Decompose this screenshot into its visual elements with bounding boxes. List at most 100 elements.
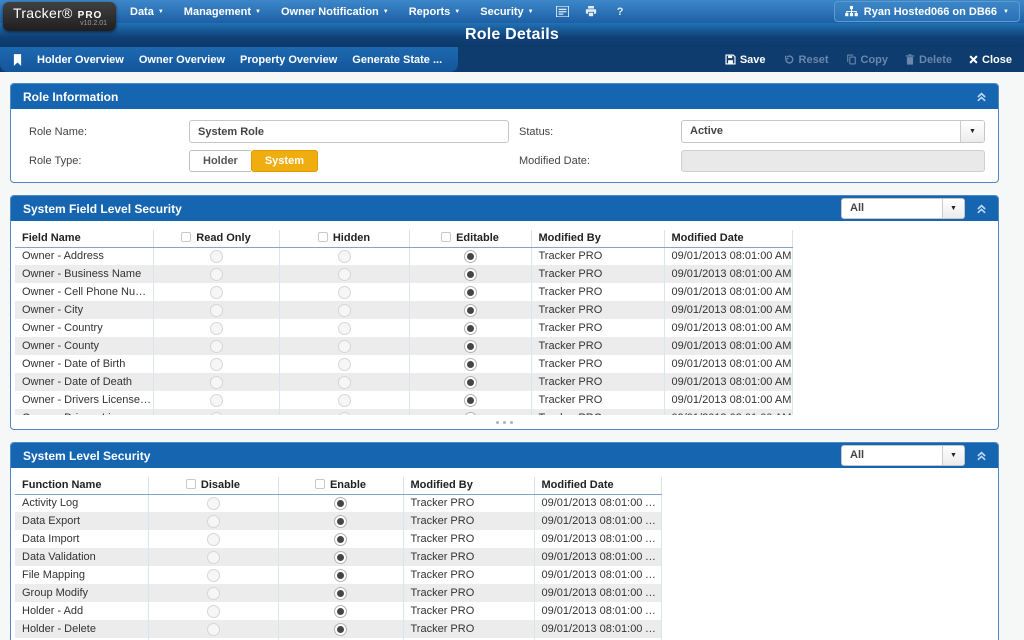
read-only-radio[interactable] (210, 376, 223, 389)
editable-radio[interactable] (464, 358, 477, 371)
hidden-radio[interactable] (338, 286, 351, 299)
read-only-select-all-checkbox[interactable] (181, 232, 191, 242)
hidden-radio[interactable] (338, 304, 351, 317)
editable-radio[interactable] (464, 268, 477, 281)
disable-radio[interactable] (207, 569, 220, 582)
hidden-radio[interactable] (338, 394, 351, 407)
read-only-radio[interactable] (210, 412, 223, 416)
list-icon[interactable] (548, 0, 577, 23)
filter-select-caret-button[interactable]: ▼ (942, 199, 964, 218)
bookmark-generate-state[interactable]: Generate State ... (352, 54, 442, 66)
disable-radio[interactable] (207, 497, 220, 510)
disable-radio[interactable] (207, 533, 220, 546)
print-icon[interactable] (577, 0, 606, 23)
hidden-radio[interactable] (338, 250, 351, 263)
enable-select-all-checkbox[interactable] (315, 479, 325, 489)
enable-radio[interactable] (334, 533, 347, 546)
hidden-radio[interactable] (338, 412, 351, 416)
cell-editable (409, 283, 531, 301)
disable-radio[interactable] (207, 587, 220, 600)
enable-radio[interactable] (334, 605, 347, 618)
cell-modified-date: 09/01/2013 08:01:00 AM (664, 373, 792, 391)
hidden-radio[interactable] (338, 358, 351, 371)
delete-button[interactable]: Delete (905, 54, 952, 66)
chevron-up-icon (976, 204, 987, 214)
column-header-hidden: Hidden (279, 230, 409, 247)
read-only-radio[interactable] (210, 340, 223, 353)
hidden-select-all-checkbox[interactable] (318, 232, 328, 242)
role-name-input[interactable] (189, 120, 509, 143)
collapse-panel-button[interactable] (974, 449, 989, 463)
read-only-radio[interactable] (210, 394, 223, 407)
system-security-filter-select[interactable]: All ▼ (841, 445, 965, 466)
filter-select-caret-button[interactable]: ▼ (942, 446, 964, 465)
cell-read-only (153, 373, 279, 391)
enable-radio[interactable] (334, 569, 347, 582)
role-type-holder-button[interactable]: Holder (189, 150, 251, 172)
menu-security[interactable]: Security▼ (470, 0, 543, 23)
editable-radio[interactable] (464, 250, 477, 263)
help-icon[interactable]: ? (606, 0, 635, 23)
hidden-radio[interactable] (338, 268, 351, 281)
reset-button[interactable]: Reset (783, 54, 829, 66)
save-button[interactable]: Save (725, 54, 766, 66)
close-button[interactable]: Close (969, 54, 1012, 66)
editable-radio[interactable] (464, 286, 477, 299)
collapse-panel-button[interactable] (974, 90, 989, 104)
editable-radio[interactable] (464, 340, 477, 353)
resize-handle[interactable] (11, 415, 998, 429)
read-only-radio[interactable] (210, 286, 223, 299)
hidden-radio[interactable] (338, 322, 351, 335)
role-type-system-button[interactable]: System (251, 150, 318, 172)
action-label: Reset (799, 54, 829, 66)
cell-read-only (153, 301, 279, 319)
cell-function-name: Group Modify (15, 584, 148, 602)
enable-radio[interactable] (334, 623, 347, 636)
disable-radio[interactable] (207, 605, 220, 618)
field-security-table-viewport: Field NameRead OnlyHiddenEditableModifie… (11, 221, 998, 415)
read-only-radio[interactable] (210, 268, 223, 281)
enable-radio[interactable] (334, 497, 347, 510)
hidden-radio[interactable] (338, 340, 351, 353)
read-only-radio[interactable] (210, 322, 223, 335)
app-version: v10.2.01 (13, 20, 107, 27)
table-row: Owner - CountyTracker PRO09/01/2013 08:0… (15, 337, 792, 355)
hidden-radio[interactable] (338, 376, 351, 389)
bookmark-icon (13, 54, 22, 66)
status-select[interactable]: Active ▼ (681, 120, 985, 143)
bookmark-property-overview[interactable]: Property Overview (240, 54, 337, 66)
menu-data[interactable]: Data▼ (120, 0, 174, 23)
menu-owner-notification[interactable]: Owner Notification▼ (271, 0, 399, 23)
status-select-caret-button[interactable]: ▼ (960, 121, 984, 142)
bookmark-holder-overview[interactable]: Holder Overview (37, 54, 124, 66)
read-only-radio[interactable] (210, 250, 223, 263)
disable-radio[interactable] (207, 515, 220, 528)
menu-reports[interactable]: Reports▼ (399, 0, 471, 23)
cell-modified-date: 09/01/2013 08:01:00 AM (534, 548, 661, 566)
table-row: Owner - Date of DeathTracker PRO09/01/20… (15, 373, 792, 391)
field-security-filter-select[interactable]: All ▼ (841, 198, 965, 219)
read-only-radio[interactable] (210, 358, 223, 371)
user-session-button[interactable]: Ryan Hosted066 on DB66 ▼ (834, 1, 1020, 22)
cell-read-only (153, 247, 279, 265)
disable-select-all-checkbox[interactable] (186, 479, 196, 489)
collapse-panel-button[interactable] (974, 202, 989, 216)
menu-management[interactable]: Management▼ (174, 0, 271, 23)
disable-radio[interactable] (207, 551, 220, 564)
editable-radio[interactable] (464, 394, 477, 407)
read-only-radio[interactable] (210, 304, 223, 317)
enable-radio[interactable] (334, 515, 347, 528)
enable-radio[interactable] (334, 587, 347, 600)
copy-button[interactable]: Copy (846, 54, 889, 66)
nav-icon-group: ? (548, 0, 635, 23)
bookmark-owner-overview[interactable]: Owner Overview (139, 54, 225, 66)
cell-hidden (279, 319, 409, 337)
editable-radio[interactable] (464, 304, 477, 317)
editable-radio[interactable] (464, 412, 477, 416)
editable-select-all-checkbox[interactable] (441, 232, 451, 242)
editable-radio[interactable] (464, 322, 477, 335)
column-header-function-name: Function Name (15, 477, 148, 494)
enable-radio[interactable] (334, 551, 347, 564)
disable-radio[interactable] (207, 623, 220, 636)
editable-radio[interactable] (464, 376, 477, 389)
